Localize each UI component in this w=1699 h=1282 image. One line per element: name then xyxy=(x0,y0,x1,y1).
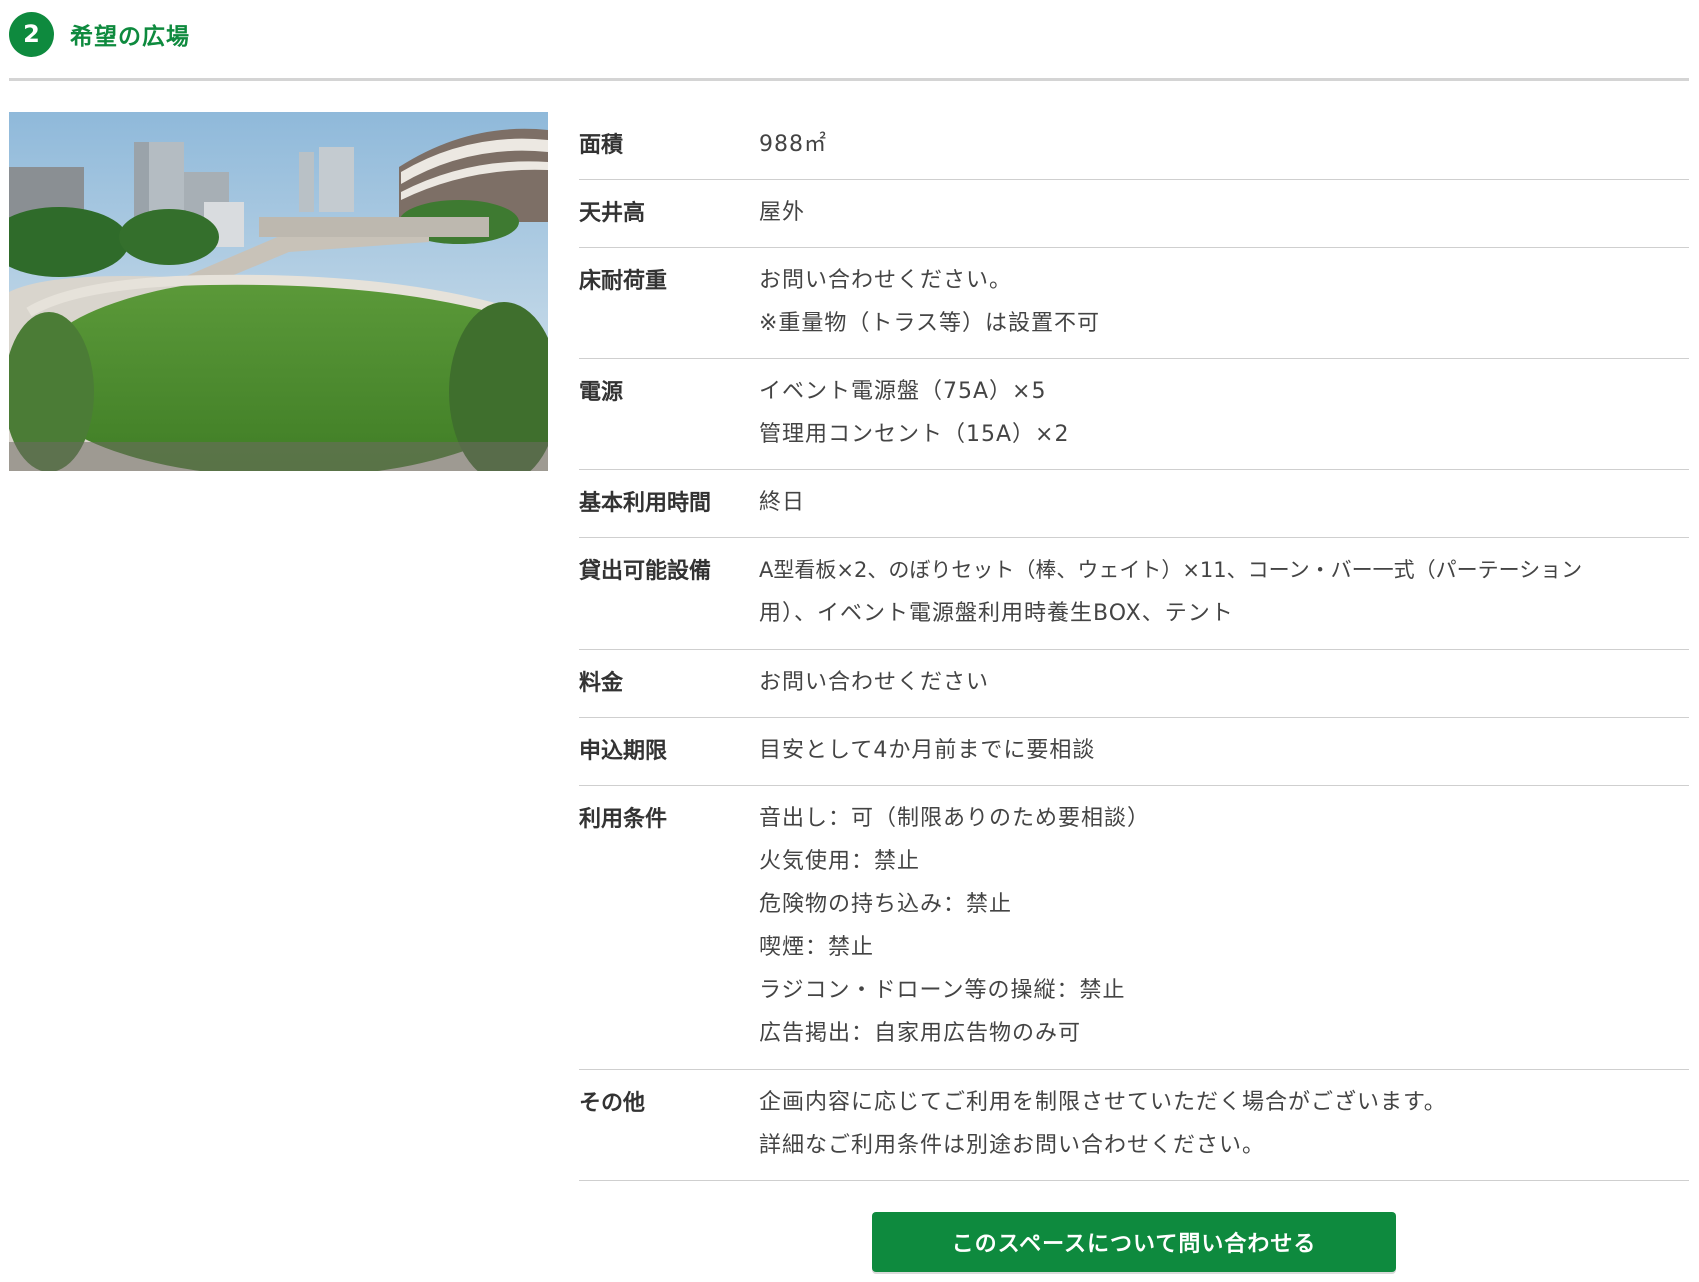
spec-values: 企画内容に応じてご利用を制限させていただく場合がございます。 詳細なご利用条件は… xyxy=(759,1088,1689,1169)
spec-row-hours: 基本利用時間 終日 xyxy=(579,470,1689,538)
spec-value: お問い合わせください。 xyxy=(759,268,1013,293)
spec-value: 988㎡ xyxy=(759,132,827,157)
spec-value: 管理用コンセント（15A）×2 xyxy=(759,422,1070,447)
spec-label: その他 xyxy=(579,1091,646,1116)
spec-value: 音出し：可（制限ありのため要相談） xyxy=(759,806,1151,831)
cta-container: このスペースについて問い合わせる xyxy=(872,1212,1396,1272)
spec-value: 企画内容に応じてご利用を制限させていただく場合がございます。 xyxy=(759,1090,1447,1115)
spec-value: 用）、イベント電源盤利用時養生BOX、テント xyxy=(759,601,1234,626)
inquire-button[interactable]: このスペースについて問い合わせる xyxy=(872,1212,1396,1272)
spec-value: ラジコン・ドローン等の操縦：禁止 xyxy=(759,978,1126,1003)
spec-row-power: 電源 イベント電源盤（75A）×5 管理用コンセント（15A）×2 xyxy=(579,359,1689,470)
spec-values: 988㎡ xyxy=(759,130,1689,168)
header-divider xyxy=(9,78,1689,81)
spec-value: 広告掲出：自家用広告物のみ可 xyxy=(759,1021,1082,1046)
spec-value: 目安として4か月前までに要相談 xyxy=(759,738,1096,763)
spec-label: 料金 xyxy=(579,671,624,696)
spec-value: 喫煙：禁止 xyxy=(759,935,875,960)
spec-label: 申込期限 xyxy=(579,739,668,764)
spec-value: 火気使用：禁止 xyxy=(759,849,921,874)
spec-value: ※重量物（トラス等）は設置不可 xyxy=(759,311,1100,336)
spec-value: 終日 xyxy=(759,490,806,515)
spec-values: お問い合わせください。 ※重量物（トラス等）は設置不可 xyxy=(759,266,1689,347)
spec-row-deadline: 申込期限 目安として4か月前までに要相談 xyxy=(579,718,1689,786)
section-title: 希望の広場 xyxy=(70,24,190,50)
spec-label: 利用条件 xyxy=(579,807,668,832)
spec-value: お問い合わせください xyxy=(759,670,990,695)
spec-values: お問い合わせください xyxy=(759,668,1689,706)
spec-label: 床耐荷重 xyxy=(579,269,668,294)
spec-row-equipment: 貸出可能設備 A型看板×2、のぼりセット（棒、ウェイト）×11、コーン・バー一式… xyxy=(579,538,1689,650)
spec-label: 電源 xyxy=(579,380,624,405)
section-number-badge: 2 xyxy=(9,11,54,57)
space-photo xyxy=(9,112,548,471)
spec-label: 基本利用時間 xyxy=(579,491,712,516)
spec-label: 貸出可能設備 xyxy=(579,559,712,584)
spec-table: 面積 988㎡ 天井高 屋外 床耐荷重 お問い合わせください。 ※重量物（トラス… xyxy=(579,112,1689,1181)
spec-value: 詳細なご利用条件は別途お問い合わせください。 xyxy=(759,1133,1266,1158)
spec-label: 天井高 xyxy=(579,201,646,226)
spec-values: 目安として4か月前までに要相談 xyxy=(759,736,1689,774)
section-header: 2 希望の広場 xyxy=(9,11,190,57)
spec-values: 音出し：可（制限ありのため要相談） 火気使用：禁止 危険物の持ち込み：禁止 喫煙… xyxy=(759,804,1689,1058)
spec-values: イベント電源盤（75A）×5 管理用コンセント（15A）×2 xyxy=(759,377,1689,458)
spec-value: 危険物の持ち込み：禁止 xyxy=(759,892,1013,917)
spec-values: A型看板×2、のぼりセット（棒、ウェイト）×11、コーン・バー一式（パーテーショ… xyxy=(759,556,1689,638)
spec-value: イベント電源盤（75A）×5 xyxy=(759,379,1047,404)
spec-row-ceiling: 天井高 屋外 xyxy=(579,180,1689,248)
spec-row-fee: 料金 お問い合わせください xyxy=(579,650,1689,718)
spec-row-area: 面積 988㎡ xyxy=(579,112,1689,180)
spec-value: A型看板×2、のぼりセット（棒、ウェイト）×11、コーン・バー一式（パーテーショ… xyxy=(759,558,1583,582)
spec-row-floor-load: 床耐荷重 お問い合わせください。 ※重量物（トラス等）は設置不可 xyxy=(579,248,1689,359)
spec-label: 面積 xyxy=(579,133,624,158)
spec-row-other: その他 企画内容に応じてご利用を制限させていただく場合がございます。 詳細なご利… xyxy=(579,1070,1689,1181)
spec-values: 終日 xyxy=(759,488,1689,526)
spec-values: 屋外 xyxy=(759,198,1689,236)
spec-row-conditions: 利用条件 音出し：可（制限ありのため要相談） 火気使用：禁止 危険物の持ち込み：… xyxy=(579,786,1689,1070)
spec-value: 屋外 xyxy=(759,200,806,225)
